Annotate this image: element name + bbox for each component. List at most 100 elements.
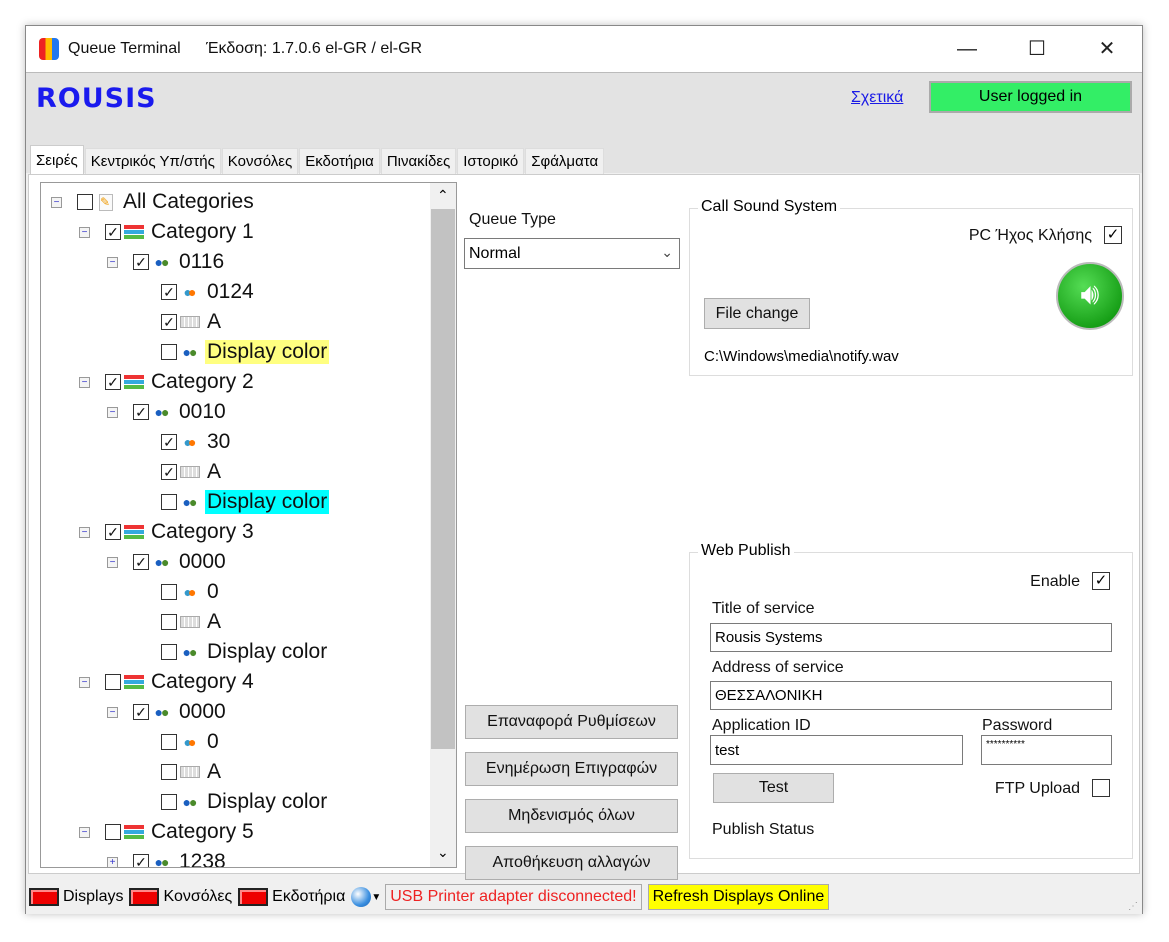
tree-node[interactable]: Category 4	[105, 667, 256, 697]
tree-node[interactable]: ✓ ● ● 0116	[133, 247, 226, 277]
tree-node[interactable]: ✓ Category 1	[105, 217, 256, 247]
about-link[interactable]: Σχετικά	[851, 89, 903, 107]
node-checkbox[interactable]	[161, 614, 177, 630]
node-checkbox[interactable]	[105, 824, 121, 840]
dispensers-status[interactable]: Εκδοτήρια	[238, 888, 345, 906]
minus-expander-icon[interactable]: −	[51, 197, 62, 208]
resize-grip-icon[interactable]: ⋰	[1128, 901, 1138, 912]
tree-node[interactable]: ● ● 0	[161, 727, 221, 757]
node-checkbox[interactable]	[161, 794, 177, 810]
node-checkbox[interactable]: ✓	[133, 404, 149, 420]
scroll-down-icon[interactable]: ⌄	[437, 844, 449, 861]
file-change-button[interactable]: File change	[704, 298, 810, 329]
tree-node[interactable]: ✓ ● ● 0010	[133, 397, 228, 427]
node-checkbox[interactable]: ✓	[105, 374, 121, 390]
minus-expander-icon[interactable]: −	[79, 827, 90, 838]
tree-node[interactable]: ● ● Display color	[161, 637, 329, 667]
scroll-thumb[interactable]	[431, 209, 455, 749]
minus-expander-icon[interactable]: −	[79, 527, 90, 538]
category-tree[interactable]: ⌃ ⌄ − ✎ All Categories − ✓ Category 1 − ✓ ● ● 0116…	[40, 182, 457, 868]
node-checkbox[interactable]: ✓	[133, 704, 149, 720]
zero-all-button[interactable]: Μηδενισμός όλων	[465, 799, 678, 833]
node-checkbox[interactable]	[161, 764, 177, 780]
node-label: Category 5	[151, 820, 254, 843]
tab-3[interactable]: Εκδοτήρια	[299, 148, 380, 174]
tree-node[interactable]: ✓ ● ● 0000	[133, 697, 228, 727]
tree-node[interactable]: ✓ ● ● 0000	[133, 547, 228, 577]
tab-5[interactable]: Ιστορικό	[457, 148, 525, 174]
scroll-up-icon[interactable]: ⌃	[437, 187, 449, 204]
node-checkbox[interactable]	[161, 734, 177, 750]
enable-checkbox[interactable]: ✓	[1092, 572, 1110, 590]
tree-node[interactable]: ✓ ● ● 1238	[133, 847, 228, 868]
node-checkbox[interactable]: ✓	[161, 464, 177, 480]
node-checkbox[interactable]	[105, 674, 121, 690]
node-label: 1238	[179, 850, 226, 868]
tree-node[interactable]: ✎ All Categories	[77, 187, 256, 217]
users-orange-icon: ● ●	[183, 284, 197, 300]
node-checkbox[interactable]: ✓	[133, 554, 149, 570]
tree-scrollbar[interactable]: ⌃ ⌄	[430, 183, 456, 867]
pc-sound-checkbox[interactable]: ✓	[1104, 226, 1122, 244]
save-changes-button[interactable]: Αποθήκευση αλλαγών	[465, 846, 678, 880]
reset-settings-button[interactable]: Επαναφορά Ρυθμίσεων	[465, 705, 678, 739]
tree-node[interactable]: A	[161, 757, 223, 787]
node-checkbox[interactable]	[161, 344, 177, 360]
minus-expander-icon[interactable]: −	[107, 257, 118, 268]
tree-node[interactable]: ✓ ● ● 30	[161, 427, 232, 457]
node-checkbox[interactable]: ✓	[133, 854, 149, 867]
tree-node[interactable]: ● ● 0	[161, 577, 221, 607]
queue-type-select[interactable]: Normal ⌄	[464, 238, 680, 269]
password-input[interactable]: **********	[981, 735, 1112, 765]
displays-status[interactable]: Displays	[29, 888, 123, 906]
tree-node[interactable]: ● ● Display color	[161, 787, 329, 817]
node-checkbox[interactable]	[161, 584, 177, 600]
minus-expander-icon[interactable]: −	[107, 557, 118, 568]
language-dropdown[interactable]: ▼	[351, 887, 381, 907]
close-button[interactable]: ✕	[1084, 26, 1130, 72]
node-checkbox[interactable]: ✓	[161, 284, 177, 300]
tree-node[interactable]: ✓ Category 3	[105, 517, 256, 547]
application-id-input[interactable]: test	[710, 735, 963, 765]
consoles-status[interactable]: Κονσόλες	[129, 888, 232, 906]
minimize-button[interactable]: —	[944, 26, 990, 72]
node-checkbox[interactable]: ✓	[161, 434, 177, 450]
node-checkbox[interactable]: ✓	[105, 224, 121, 240]
address-input[interactable]: ΘΕΣΣΑΛΟΝΙΚΗ	[710, 681, 1112, 710]
tab-4[interactable]: Πινακίδες	[380, 148, 457, 174]
tree-node[interactable]: ● ● Display color	[161, 337, 330, 367]
tab-1[interactable]: Κεντρικός Υπ/στής	[84, 148, 221, 174]
maximize-button[interactable]: ☐	[1014, 26, 1060, 72]
tree-node[interactable]: ✓ ● ● 0124	[161, 277, 256, 307]
tab-6[interactable]: Σφάλματα	[525, 148, 605, 174]
tab-2[interactable]: Κονσόλες	[221, 148, 299, 174]
tree-node[interactable]: ✓ Category 2	[105, 367, 256, 397]
minus-expander-icon[interactable]: −	[107, 707, 118, 718]
plus-expander-icon[interactable]: +	[107, 857, 118, 867]
title-of-service-input[interactable]: Rousis Systems	[710, 623, 1112, 652]
keyboard-icon	[179, 763, 201, 781]
test-button[interactable]: Test	[713, 773, 834, 803]
node-label: A	[207, 760, 222, 783]
update-labels-button[interactable]: Ενημέρωση Επιγραφών	[465, 752, 678, 786]
tree-node[interactable]: ✓ A	[161, 457, 223, 487]
minus-expander-icon[interactable]: −	[107, 407, 118, 418]
node-checkbox[interactable]: ✓	[161, 314, 177, 330]
ftp-upload-checkbox[interactable]	[1092, 779, 1110, 797]
people-icon: ● ●	[182, 644, 198, 660]
minus-expander-icon[interactable]: −	[79, 677, 90, 688]
node-checkbox[interactable]	[161, 494, 177, 510]
node-checkbox[interactable]: ✓	[133, 254, 149, 270]
node-checkbox[interactable]	[161, 644, 177, 660]
tab-0[interactable]: Σειρές	[30, 145, 84, 174]
tree-node[interactable]: ✓ A	[161, 307, 223, 337]
refresh-displays-button[interactable]: Refresh Displays Online	[647, 884, 830, 910]
minus-expander-icon[interactable]: −	[79, 227, 90, 238]
minus-expander-icon[interactable]: −	[79, 377, 90, 388]
node-checkbox[interactable]: ✓	[105, 524, 121, 540]
tree-node[interactable]: ● ● Display color	[161, 487, 330, 517]
tree-node[interactable]: Category 5	[105, 817, 256, 847]
tree-node[interactable]: A	[161, 607, 223, 637]
speaker-icon[interactable]: 🔊︎	[1056, 262, 1124, 330]
node-checkbox[interactable]	[77, 194, 93, 210]
